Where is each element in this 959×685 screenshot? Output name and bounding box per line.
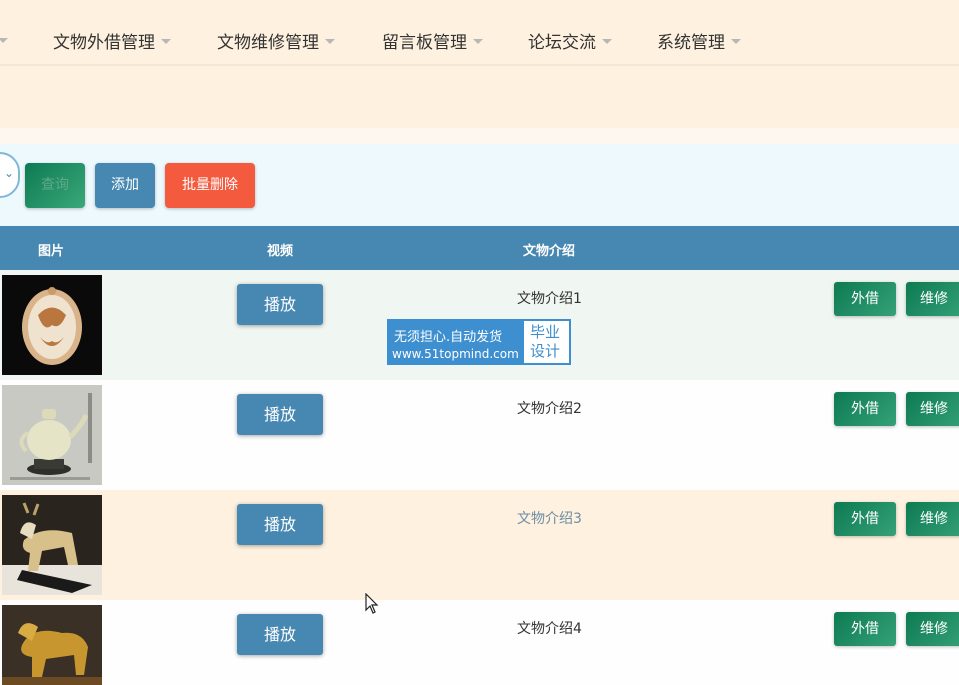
watermark-panel: 无须担心.自动发货 www.51topmind.com (389, 321, 524, 363)
artifact-thumbnail (2, 495, 102, 595)
watermark-slogan: 无须担心.自动发货 (394, 330, 503, 345)
artifact-intro: 文物介绍3 (517, 511, 582, 527)
query-button[interactable]: 查询 (25, 163, 85, 208)
nav-item-label: 文物维修管理 (217, 33, 319, 53)
repair-button[interactable]: 维修 (906, 502, 959, 536)
nav-item-artifact-lending[interactable]: 文物外借管理 (53, 28, 171, 53)
nav-item-artifact-repair[interactable]: 文物维修管理 (217, 28, 335, 53)
column-header-intro: 文物介绍 (523, 244, 576, 259)
lend-button[interactable]: 外借 (834, 392, 896, 426)
table-row: 播放 文物介绍4 外借 维修 (0, 600, 959, 685)
artifact-thumbnail (2, 605, 102, 685)
watermark-badge: 无须担心.自动发货 www.51topmind.com 毕业设计 (387, 319, 571, 365)
caret-down-icon (325, 38, 335, 44)
nav-item-label: 系统管理 (657, 33, 725, 53)
play-button[interactable]: 播放 (237, 284, 323, 325)
mouse-cursor-icon (365, 593, 379, 614)
nav-item-forum[interactable]: 论坛交流 (528, 28, 612, 53)
caret-down-icon (731, 38, 741, 44)
batch-delete-button[interactable]: 批量删除 (165, 163, 255, 208)
repair-button[interactable]: 维修 (906, 612, 959, 646)
play-button[interactable]: 播放 (237, 614, 323, 655)
table-row: 播放 文物介绍2 外借 维修 (0, 380, 959, 490)
caret-down-icon (473, 38, 483, 44)
artifact-thumbnail (2, 385, 102, 485)
artifact-intro: 文物介绍4 (517, 621, 582, 637)
column-header-video: 视频 (267, 244, 294, 259)
column-header-image: 图片 (38, 244, 65, 259)
watermark-label: 毕业设计 (530, 323, 561, 360)
repair-button[interactable]: 维修 (906, 392, 959, 426)
header-band-divider (0, 128, 959, 144)
caret-down-icon (161, 38, 171, 44)
repair-button[interactable]: 维修 (906, 282, 959, 316)
table-header: 图片 视频 文物介绍 (0, 226, 959, 270)
lend-button[interactable]: 外借 (834, 282, 896, 316)
header-band (0, 66, 959, 128)
play-button[interactable]: 播放 (237, 394, 323, 435)
lend-button[interactable]: 外借 (834, 612, 896, 646)
table-row: 播放 文物介绍3 外借 维修 (0, 490, 959, 600)
nav-item-label: 论坛交流 (528, 33, 596, 53)
caret-down-icon[interactable] (0, 38, 8, 43)
artifact-thumbnail (2, 275, 102, 375)
nav-item-system[interactable]: 系统管理 (657, 28, 741, 53)
nav-item-message-board[interactable]: 留言板管理 (382, 28, 483, 53)
nav-item-label: 留言板管理 (382, 33, 467, 53)
watermark-url: www.51topmind.com (392, 347, 519, 361)
top-nav: 文物外借管理 文物维修管理 留言板管理 论坛交流 系统管理 (0, 0, 959, 66)
lend-button[interactable]: 外借 (834, 502, 896, 536)
chevron-down-icon: ⌄ (4, 166, 15, 180)
add-button[interactable]: 添加 (95, 163, 155, 208)
nav-item-label: 文物外借管理 (53, 33, 155, 53)
artifact-intro: 文物介绍1 (517, 291, 582, 307)
caret-down-icon (602, 38, 612, 44)
play-button[interactable]: 播放 (237, 504, 323, 545)
artifact-intro: 文物介绍2 (517, 401, 582, 417)
